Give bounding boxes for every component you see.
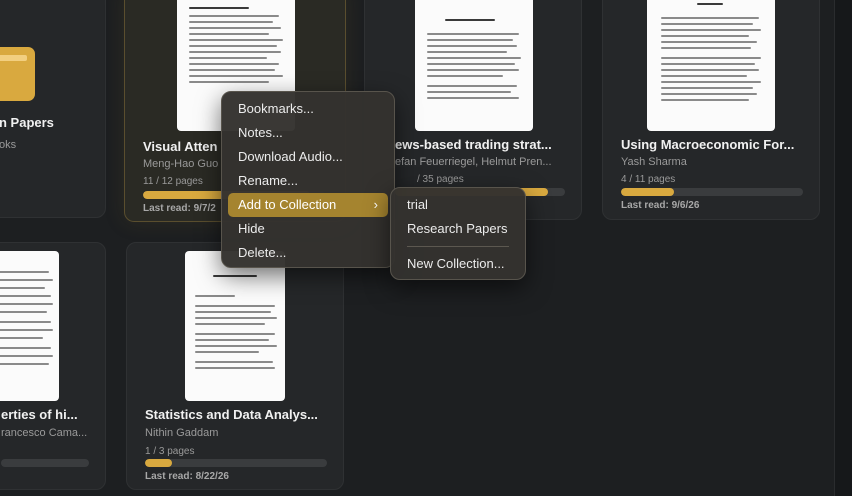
page-count: 4 / 11 pages bbox=[621, 174, 676, 185]
document-thumbnail bbox=[0, 251, 59, 401]
collection-card-research-papers[interactable]: n Papers oks bbox=[0, 0, 106, 218]
last-read-date: Last read: 8/22/26 bbox=[145, 471, 229, 482]
card-title: ews-based trading strat... bbox=[395, 137, 552, 152]
card-author: rancesco Cama... bbox=[1, 427, 88, 439]
book-card-statistics[interactable]: Statistics and Data Analys... Nithin Gad… bbox=[126, 242, 344, 490]
card-title: erties of hi... bbox=[1, 407, 78, 422]
last-read-date: Last read: 9/6/26 bbox=[621, 200, 700, 211]
submenu-separator bbox=[407, 246, 509, 247]
reading-progress-fill bbox=[621, 188, 674, 196]
menu-item-download-audio[interactable]: Download Audio... bbox=[228, 145, 388, 169]
window-edge bbox=[834, 0, 852, 496]
page-count: 1 / 3 pages bbox=[145, 446, 195, 457]
page-count: 11 / 12 pages bbox=[143, 176, 203, 187]
book-card-macroeconomic[interactable]: Using Macroeconomic For... Yash Sharma 4… bbox=[602, 0, 820, 220]
chevron-right-icon: › bbox=[373, 197, 378, 212]
card-title: Using Macroeconomic For... bbox=[621, 137, 795, 152]
document-thumbnail bbox=[647, 0, 775, 131]
page-count: / 35 pages bbox=[417, 174, 464, 185]
menu-item-label: Add to Collection bbox=[238, 197, 337, 212]
submenu-item-trial[interactable]: trial bbox=[397, 193, 519, 217]
menu-item-hide[interactable]: Hide bbox=[228, 217, 388, 241]
folder-icon bbox=[0, 47, 35, 101]
book-card-properties[interactable]: erties of hi... rancesco Cama... bbox=[0, 242, 106, 490]
document-thumbnail bbox=[415, 0, 533, 131]
card-title: n Papers bbox=[0, 115, 54, 130]
menu-item-bookmarks[interactable]: Bookmarks... bbox=[228, 97, 388, 121]
submenu-item-new-collection[interactable]: New Collection... bbox=[397, 252, 519, 276]
card-subtitle: oks bbox=[0, 139, 17, 151]
collection-submenu: trial Research Papers New Collection... bbox=[390, 187, 526, 280]
card-title: Statistics and Data Analys... bbox=[145, 407, 318, 422]
menu-item-rename[interactable]: Rename... bbox=[228, 169, 388, 193]
reading-progress-bar bbox=[145, 459, 327, 467]
submenu-item-research-papers[interactable]: Research Papers bbox=[397, 217, 519, 241]
menu-item-delete[interactable]: Delete... bbox=[228, 241, 388, 265]
reading-progress-fill bbox=[145, 459, 173, 467]
last-read-date: Last read: 9/7/2 bbox=[143, 203, 216, 214]
library-grid: n Papers oks Visual Atten Meng-Hao Guo 1… bbox=[0, 0, 852, 496]
menu-item-add-to-collection[interactable]: Add to Collection › bbox=[228, 193, 388, 217]
menu-item-notes[interactable]: Notes... bbox=[228, 121, 388, 145]
card-author: Nithin Gaddam bbox=[145, 427, 219, 439]
reading-progress-bar bbox=[621, 188, 803, 196]
reading-progress-bar bbox=[1, 459, 89, 467]
card-author: Yash Sharma bbox=[621, 156, 687, 168]
context-menu: Bookmarks... Notes... Download Audio... … bbox=[221, 91, 395, 268]
card-author: efan Feuerriegel, Helmut Pren... bbox=[395, 156, 552, 168]
document-thumbnail bbox=[185, 251, 285, 401]
